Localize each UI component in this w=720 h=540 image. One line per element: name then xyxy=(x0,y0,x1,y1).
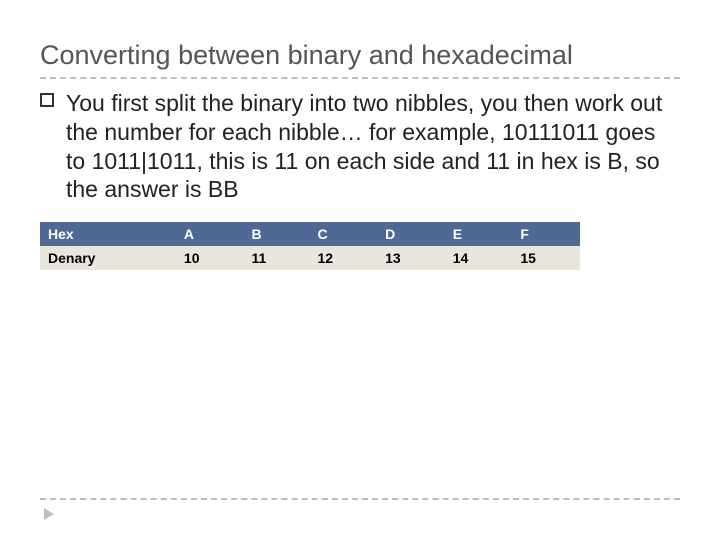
table-row: Hex A B C D E F xyxy=(40,222,580,246)
cell: B xyxy=(244,222,310,246)
body-text: You first split the binary into two nibb… xyxy=(66,90,662,202)
footer-arrow-icon xyxy=(44,508,54,520)
footer-divider xyxy=(40,498,680,500)
cell: E xyxy=(445,222,513,246)
cell: 12 xyxy=(309,246,377,270)
slide-title: Converting between binary and hexadecima… xyxy=(40,40,680,79)
cell: C xyxy=(309,222,377,246)
cell: F xyxy=(512,222,580,246)
cell: 10 xyxy=(176,246,244,270)
row-label: Hex xyxy=(40,222,176,246)
body-paragraph: You first split the binary into two nibb… xyxy=(40,89,680,204)
table-row: Denary 10 11 12 13 14 15 xyxy=(40,246,580,270)
cell: A xyxy=(176,222,244,246)
cell: D xyxy=(377,222,445,246)
cell: 14 xyxy=(445,246,513,270)
cell: 13 xyxy=(377,246,445,270)
slide: Converting between binary and hexadecima… xyxy=(0,0,720,540)
cell: 11 xyxy=(244,246,310,270)
row-label: Denary xyxy=(40,246,176,270)
hex-denary-table: Hex A B C D E F Denary 10 11 12 13 14 15 xyxy=(40,222,580,270)
cell: 15 xyxy=(512,246,580,270)
bullet-icon xyxy=(40,93,54,107)
